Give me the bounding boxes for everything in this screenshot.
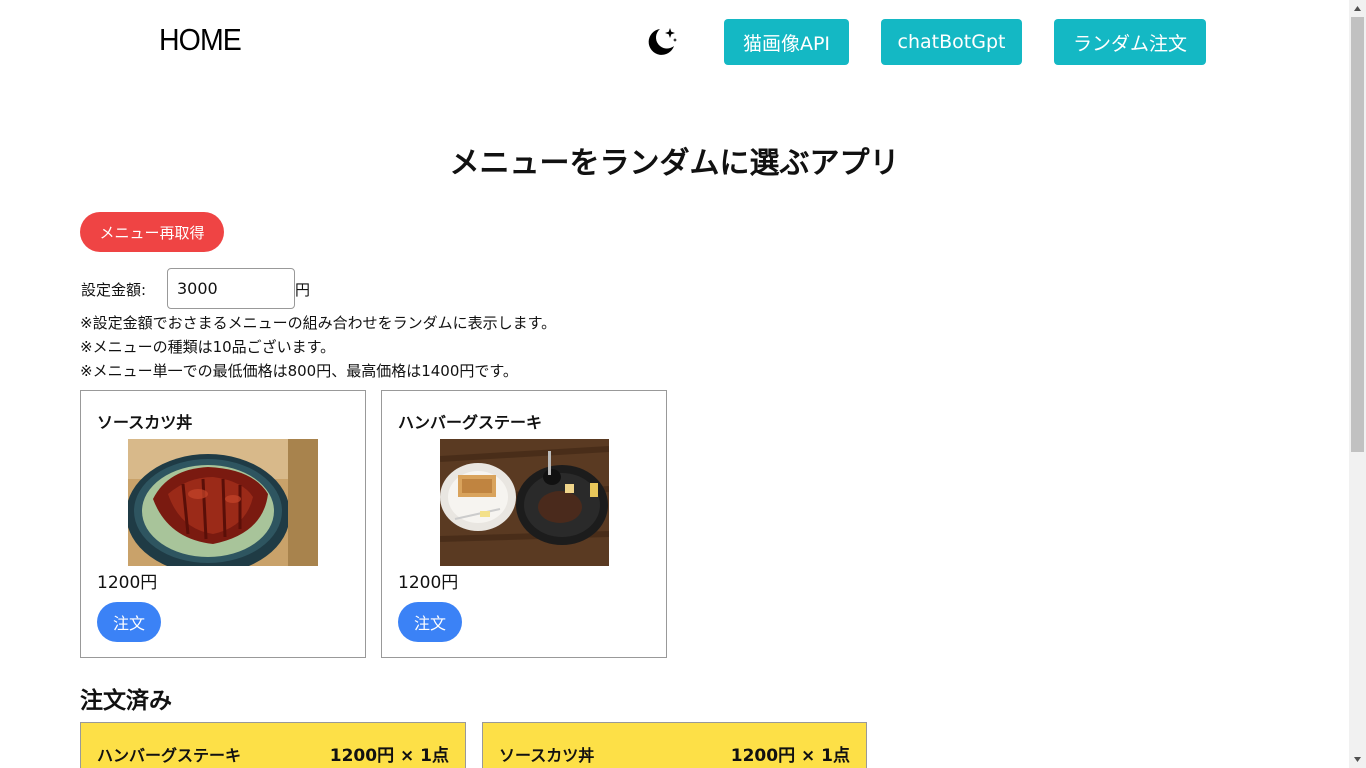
vertical-scrollbar[interactable]: [1349, 0, 1366, 768]
ordered-item-name: ハンバーグステーキ: [97, 746, 242, 765]
menu-item-name: ソースカツ丼: [97, 413, 193, 432]
ordered-item-price-qty: 1200円 × 1点: [730, 746, 850, 766]
amount-input[interactable]: [167, 268, 295, 309]
refresh-menu-button[interactable]: メニュー再取得: [80, 212, 224, 252]
note-line: ※設定金額でおさまるメニューの組み合わせをランダムに表示します。: [80, 314, 557, 332]
header: HOME 猫画像API chatBotGpt ランダム注文: [0, 0, 1349, 84]
note-line: ※メニュー単一での最低価格は800円、最高価格は1400円です。: [80, 362, 518, 380]
menu-card: ハンバーグステーキ 1200円 注文: [381, 390, 667, 658]
scroll-down-arrow-icon[interactable]: [1349, 751, 1366, 768]
ordered-item: ソースカツ丼 1200円 × 1点: [482, 722, 867, 768]
nav-cat-image-api-button[interactable]: 猫画像API: [724, 19, 849, 65]
ordered-item: ハンバーグステーキ 1200円 × 1点: [80, 722, 466, 768]
menu-item-photo: [440, 439, 609, 566]
menu-item-name: ハンバーグステーキ: [398, 413, 543, 432]
order-button[interactable]: 注文: [97, 602, 161, 642]
moon-stars-icon[interactable]: [643, 24, 679, 60]
page-title: メニューをランダムに選ぶアプリ: [449, 146, 900, 181]
amount-unit: 円: [295, 281, 311, 299]
scroll-up-arrow-icon[interactable]: [1349, 0, 1366, 17]
ordered-item-price-qty: 1200円 × 1点: [329, 746, 449, 766]
nav-chatbotgpt-button[interactable]: chatBotGpt: [881, 19, 1022, 65]
menu-item-photo: [128, 439, 318, 566]
amount-label: 設定金額:: [81, 281, 147, 299]
home-link[interactable]: HOME: [159, 22, 242, 58]
ordered-item-name: ソースカツ丼: [499, 746, 595, 765]
menu-item-price: 1200円: [398, 573, 459, 593]
order-button[interactable]: 注文: [398, 602, 462, 642]
menu-card: ソースカツ丼 1200円 注文: [80, 390, 366, 658]
ordered-section-title: 注文済み: [80, 688, 172, 714]
nav-random-order-button[interactable]: ランダム注文: [1054, 19, 1206, 65]
menu-item-price: 1200円: [97, 573, 158, 593]
note-line: ※メニューの種類は10品ございます。: [80, 338, 336, 356]
scrollbar-thumb[interactable]: [1351, 17, 1364, 452]
